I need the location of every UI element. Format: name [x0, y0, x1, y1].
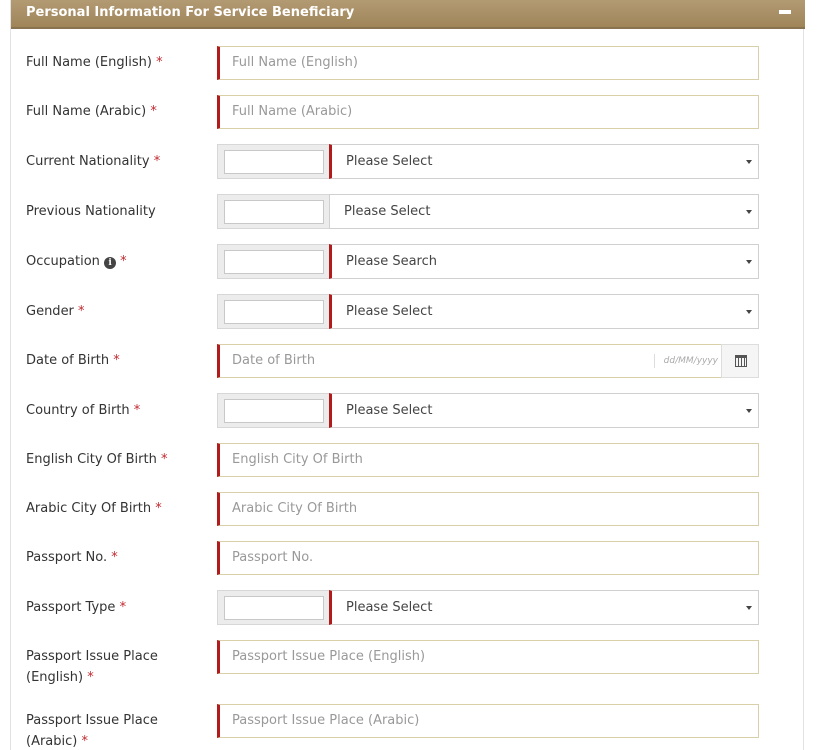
required-marker: *	[133, 403, 141, 418]
code-box	[217, 144, 331, 179]
passport-no-input[interactable]: Passport No.	[217, 541, 759, 575]
field-label: Passport Issue Place (Arabic) *	[26, 713, 158, 749]
code-box	[217, 294, 331, 329]
code-box	[217, 590, 331, 625]
personal-info-panel: Personal Information For Service Benefic…	[10, 0, 805, 750]
field-label: Previous Nationality	[26, 204, 156, 219]
arabic-city-of-birth-input[interactable]: Arabic City Of Birth	[217, 492, 759, 526]
code-input[interactable]	[224, 399, 324, 423]
previous-nationality-group: Please Select	[217, 194, 759, 229]
required-marker: *	[156, 55, 163, 70]
passport-issue-place-english-input[interactable]: Passport Issue Place (English)	[217, 640, 759, 674]
caret-down-icon	[746, 160, 752, 164]
panel-header[interactable]: Personal Information For Service Benefic…	[11, 0, 805, 29]
field-label: Occupation i *	[26, 254, 127, 269]
current-nationality-select[interactable]: Please Select	[329, 144, 759, 179]
caret-down-icon	[746, 210, 752, 214]
english-city-of-birth-input[interactable]: English City Of Birth	[217, 443, 759, 477]
field-label: Country of Birth *	[26, 403, 141, 418]
caret-down-icon	[746, 310, 752, 314]
required-marker: *	[113, 353, 120, 368]
info-icon[interactable]: i	[104, 257, 117, 269]
required-marker: *	[160, 452, 168, 467]
required-marker: *	[87, 670, 94, 685]
required-marker: *	[119, 600, 127, 615]
gender-select[interactable]: Please Select	[329, 294, 759, 329]
occupation-group: Please Search	[217, 244, 759, 279]
caret-down-icon	[746, 409, 752, 413]
field-label: Passport Issue Place (English) *	[26, 649, 158, 685]
country-of-birth-select[interactable]: Please Select	[329, 393, 759, 428]
field-label: Current Nationality *	[26, 154, 161, 169]
gender-group: Please Select	[217, 294, 759, 329]
current-nationality-group: Please Select	[217, 144, 759, 179]
code-box	[217, 244, 331, 279]
country-of-birth-group: Please Select	[217, 393, 759, 428]
code-input[interactable]	[224, 250, 324, 274]
code-input[interactable]	[224, 596, 324, 620]
required-marker: *	[155, 501, 162, 516]
field-label: Passport No. *	[26, 550, 118, 565]
full-name-english-input[interactable]: Full Name (English)	[217, 46, 759, 80]
required-marker: *	[150, 104, 157, 119]
code-input[interactable]	[224, 150, 324, 174]
required-marker: *	[81, 734, 89, 749]
caret-down-icon	[746, 606, 752, 610]
field-label: Full Name (Arabic) *	[26, 104, 157, 119]
code-box	[217, 393, 331, 428]
required-marker: *	[78, 304, 85, 319]
field-label: Date of Birth *	[26, 353, 120, 368]
date-format-hint: dd/MM/yyyy	[653, 354, 718, 368]
panel-title: Personal Information For Service Benefic…	[26, 5, 355, 20]
minus-icon[interactable]	[779, 10, 791, 14]
code-input[interactable]	[224, 300, 324, 324]
passport-issue-place-arabic-input[interactable]: Passport Issue Place (Arabic)	[217, 704, 759, 738]
required-marker: *	[120, 254, 127, 269]
field-label: Passport Type *	[26, 600, 127, 615]
field-label: Gender *	[26, 304, 85, 319]
caret-down-icon	[746, 260, 752, 264]
calendar-icon	[735, 355, 747, 367]
occupation-select[interactable]: Please Search	[329, 244, 759, 279]
calendar-button[interactable]	[721, 344, 759, 378]
required-marker: *	[111, 550, 118, 565]
required-marker: *	[153, 154, 161, 169]
code-box	[217, 194, 331, 229]
field-label: Arabic City Of Birth *	[26, 501, 162, 516]
passport-type-group: Please Select	[217, 590, 759, 625]
previous-nationality-select[interactable]: Please Select	[329, 194, 759, 229]
date-of-birth-input[interactable]: Date of Birth dd/MM/yyyy	[217, 344, 759, 378]
field-label: Full Name (English) *	[26, 55, 163, 70]
code-input[interactable]	[224, 200, 324, 224]
full-name-arabic-input[interactable]: Full Name (Arabic)	[217, 95, 759, 129]
field-label: English City Of Birth *	[26, 452, 168, 467]
passport-type-select[interactable]: Please Select	[329, 590, 759, 625]
